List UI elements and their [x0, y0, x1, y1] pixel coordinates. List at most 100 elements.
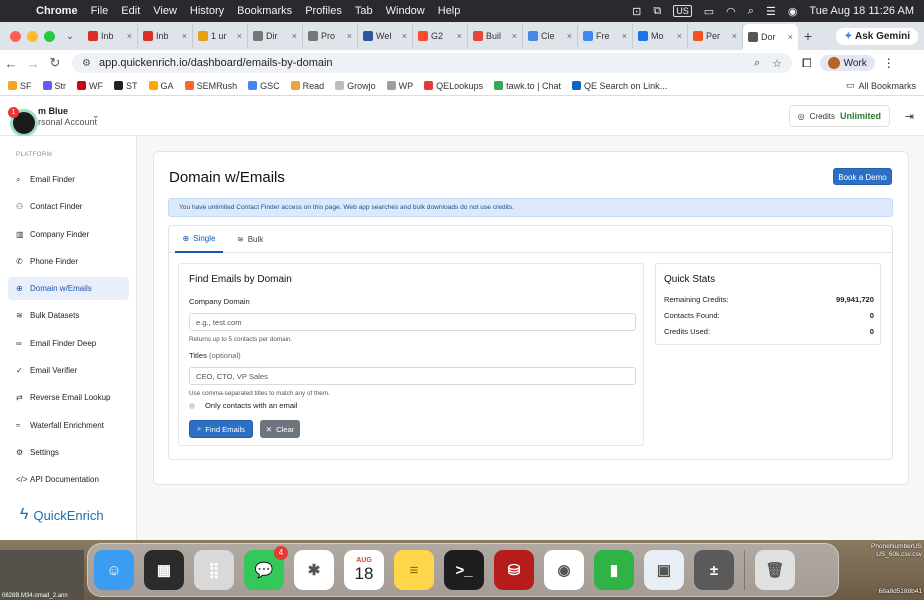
- new-tab-button[interactable]: +: [798, 28, 818, 44]
- bookmark-item[interactable]: ST: [114, 81, 138, 91]
- close-tab-icon[interactable]: ×: [237, 31, 242, 41]
- bookmark-star-icon[interactable]: ☆: [772, 57, 782, 70]
- notes-icon[interactable]: ≡: [394, 550, 434, 590]
- sidebar-item-reverse-email-lookup[interactable]: ⇄ Reverse Email Lookup: [8, 386, 129, 409]
- menu-item[interactable]: File: [91, 5, 109, 17]
- sidebar-item-settings[interactable]: ⚙ Settings: [8, 441, 129, 464]
- browser-tab[interactable]: 1 ur ×: [193, 24, 248, 48]
- close-tab-icon[interactable]: ×: [512, 31, 517, 41]
- bookmark-item[interactable]: SF: [8, 81, 32, 91]
- minimize-window-button[interactable]: [27, 30, 38, 42]
- close-tab-icon[interactable]: ×: [127, 31, 132, 41]
- find-emails-button[interactable]: ⌕ Find Emails: [189, 420, 253, 438]
- bookmark-item[interactable]: Read: [290, 81, 324, 91]
- terminal-icon[interactable]: >_: [444, 550, 484, 590]
- browser-tab[interactable]: Per ×: [688, 24, 743, 48]
- calendar-icon[interactable]: AUG 18: [344, 550, 384, 590]
- menu-item[interactable]: View: [153, 5, 177, 17]
- chevron-down-icon[interactable]: ⌄: [92, 110, 100, 121]
- numbers-icon[interactable]: ▮: [594, 550, 634, 590]
- browser-tab[interactable]: Pro ×: [303, 24, 358, 48]
- desktop-file-name[interactable]: 68a8d5188b41: [879, 588, 922, 595]
- sidebar-item-email-verifier[interactable]: ✓ Email Verifier: [8, 359, 129, 382]
- sidebar-item-email-finder[interactable]: ⌕ Email Finder: [8, 168, 129, 191]
- close-tab-icon[interactable]: ×: [567, 31, 572, 41]
- wifi-icon[interactable]: ◠: [726, 5, 736, 18]
- browser-tab[interactable]: G2 ×: [413, 24, 468, 48]
- siri-icon[interactable]: ◉: [788, 5, 798, 18]
- sidebar-item-company-finder[interactable]: ▥ Company Finder: [8, 223, 129, 246]
- browser-tab[interactable]: Dir ×: [248, 24, 303, 48]
- forward-button[interactable]: →: [22, 56, 44, 71]
- extensions-icon[interactable]: ⧠: [802, 56, 812, 71]
- trash-icon[interactable]: 🗑: [755, 550, 795, 590]
- screen-record-icon[interactable]: ⊡: [632, 5, 641, 18]
- domain-input[interactable]: [189, 313, 636, 331]
- book-demo-button[interactable]: Book a Demo: [833, 168, 892, 185]
- sidebar-item-bulk-datasets[interactable]: ≋ Bulk Datasets: [8, 304, 129, 327]
- sidebar-item-email-finder-deep[interactable]: ∞ Email Finder Deep: [8, 332, 129, 355]
- browser-tab[interactable]: Cle ×: [523, 24, 578, 48]
- bookmark-item[interactable]: GA: [148, 81, 174, 91]
- back-button[interactable]: ←: [0, 56, 22, 71]
- desktop-file-thumbnail[interactable]: 0828B.M34.omad_2.ann: [0, 550, 84, 600]
- input-source-badge[interactable]: US: [673, 5, 692, 17]
- menu-item[interactable]: Bookmarks: [237, 5, 292, 17]
- bookmark-item[interactable]: WF: [77, 81, 103, 91]
- preview-icon[interactable]: ▣: [644, 550, 684, 590]
- all-bookmarks-button[interactable]: ▭ All Bookmarks: [846, 80, 916, 91]
- close-tab-icon[interactable]: ×: [347, 31, 352, 41]
- url-text[interactable]: app.quickenrich.io/dashboard/emails-by-d…: [99, 57, 333, 69]
- close-tab-icon[interactable]: ×: [457, 31, 462, 41]
- cast-icon[interactable]: ⧉: [653, 5, 661, 18]
- toggle-switch[interactable]: [189, 402, 195, 409]
- tab-search-chevron-icon[interactable]: ⌄: [63, 31, 77, 42]
- menu-item[interactable]: Help: [438, 5, 461, 17]
- reload-button[interactable]: ↻: [44, 55, 66, 71]
- calculator-icon[interactable]: ±: [694, 550, 734, 590]
- desktop-file-name[interactable]: US_60k.csv.csv: [876, 551, 922, 558]
- titles-input[interactable]: [189, 367, 636, 385]
- slack-icon[interactable]: ✱: [294, 550, 334, 590]
- messages-icon[interactable]: 💬 4: [244, 546, 288, 590]
- tab-bulk[interactable]: ≋ Bulk: [237, 226, 263, 253]
- menu-item[interactable]: Edit: [121, 5, 140, 17]
- close-tab-icon[interactable]: ×: [622, 31, 627, 41]
- bookmark-item[interactable]: Str: [42, 81, 66, 91]
- close-tab-icon[interactable]: ×: [677, 31, 682, 41]
- address-bar[interactable]: ⚙ app.quickenrich.io/dashboard/emails-by…: [72, 53, 792, 73]
- sidebar-item-phone-finder[interactable]: ✆ Phone Finder: [8, 250, 129, 273]
- sidebar-item-waterfall-enrichment[interactable]: ≈ Waterfall Enrichment: [8, 414, 129, 437]
- control-center-icon[interactable]: ☰: [766, 5, 776, 18]
- bookmark-item[interactable]: QE Search on Link...: [572, 81, 667, 91]
- desktop-file-name[interactable]: PhoneNumberUS: [871, 543, 922, 550]
- chrome-icon[interactable]: ◉: [544, 550, 584, 590]
- browser-tab[interactable]: Fre ×: [578, 24, 633, 48]
- close-tab-icon[interactable]: ×: [732, 31, 737, 41]
- battery-icon[interactable]: ▭: [704, 5, 714, 18]
- profile-button[interactable]: Work: [819, 55, 875, 71]
- close-tab-icon[interactable]: ×: [292, 31, 297, 41]
- clear-button[interactable]: ✕ Clear: [260, 420, 300, 438]
- bookmark-item[interactable]: WP: [386, 81, 413, 91]
- tab-active[interactable]: Dor ×: [743, 24, 798, 50]
- only-with-email-toggle[interactable]: Only contacts with an email: [189, 401, 297, 410]
- sidebar-item-contact-finder[interactable]: ⚇ Contact Finder: [8, 195, 129, 218]
- close-tab-icon[interactable]: ×: [402, 31, 407, 41]
- site-info-icon[interactable]: ⚙: [82, 58, 91, 69]
- close-window-button[interactable]: [10, 30, 21, 42]
- account-switcher[interactable]: m Blue rsonal Account: [38, 106, 97, 128]
- close-tab-icon[interactable]: ×: [182, 31, 187, 41]
- close-tab-icon[interactable]: ×: [788, 32, 793, 42]
- database-app-icon[interactable]: ⛁: [494, 550, 534, 590]
- zoom-icon[interactable]: ⌕: [754, 57, 760, 70]
- browser-tab[interactable]: Inb ×: [138, 24, 193, 48]
- menu-item[interactable]: Profiles: [305, 5, 342, 17]
- logout-icon[interactable]: ⇥: [905, 110, 914, 123]
- bookmark-item[interactable]: QELookups: [424, 81, 483, 91]
- mission-control-icon[interactable]: ▦: [144, 550, 184, 590]
- menu-item[interactable]: Window: [386, 5, 425, 17]
- bookmark-item[interactable]: tawk.to | Chat: [494, 81, 561, 91]
- bookmark-item[interactable]: GSC: [248, 81, 280, 91]
- browser-tab[interactable]: Buil ×: [468, 24, 523, 48]
